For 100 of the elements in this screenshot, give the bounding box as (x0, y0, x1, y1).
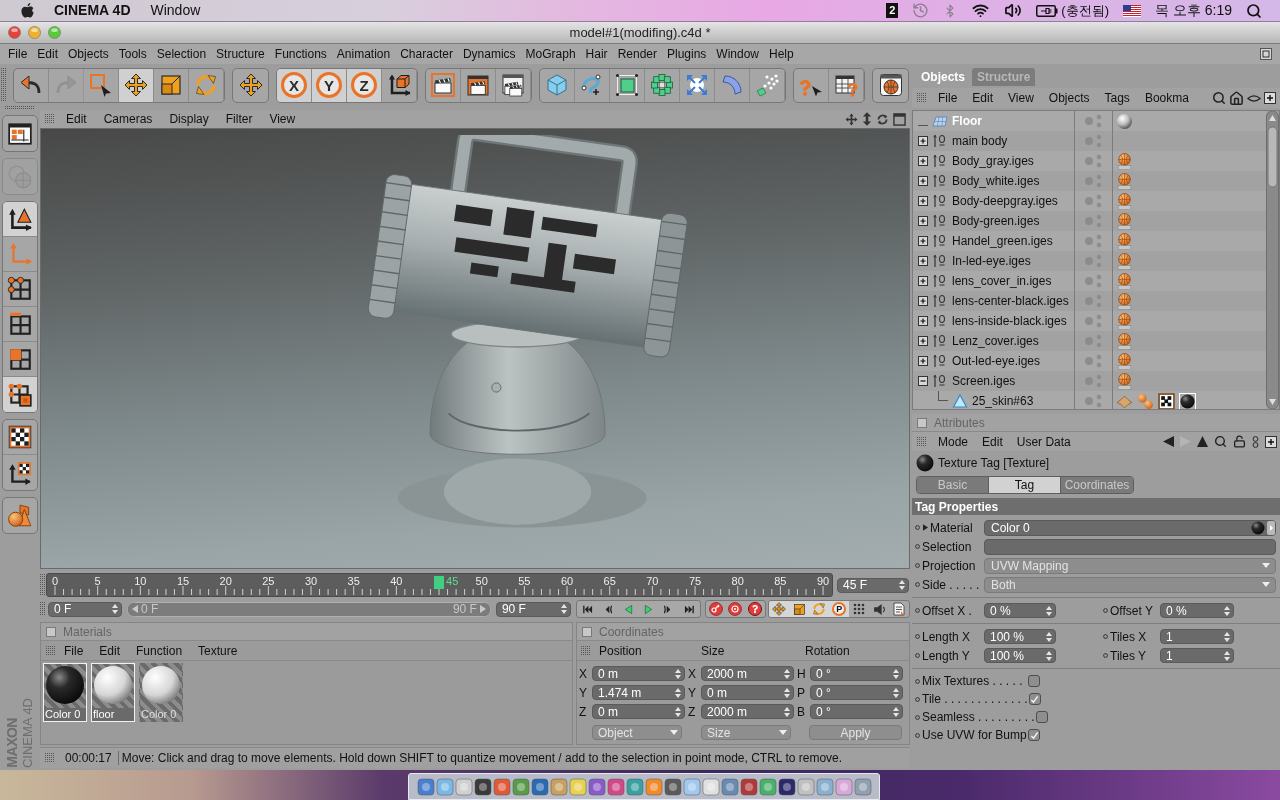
wifi-icon[interactable] (971, 2, 991, 19)
volume-icon[interactable] (1004, 2, 1023, 19)
object-row[interactable]: Out-led-eye.iges (913, 351, 1266, 371)
object-row[interactable]: In-led-eye.iges (913, 251, 1266, 271)
expand-triangle-icon[interactable] (923, 524, 928, 531)
plus-box-icon[interactable] (1265, 435, 1277, 448)
back-arrow-icon[interactable] (1163, 436, 1174, 447)
timeline-ruler[interactable]: 0 5 10 15 20 25 30 35 40 45 50 55 60 65 70 75 80 85 90 (46, 573, 833, 597)
close-button[interactable] (8, 26, 21, 39)
menu-item[interactable]: MoGraph (520, 45, 581, 63)
battery-plug-icon[interactable] (1036, 4, 1059, 17)
scale-key-button[interactable] (789, 601, 810, 617)
globe-tag-icon[interactable] (1116, 232, 1133, 250)
menu-item[interactable]: Bookma (1144, 89, 1189, 107)
plus-box-icon[interactable] (1264, 92, 1276, 104)
menu-item[interactable]: Edit (99, 641, 121, 660)
object-name[interactable]: Out-led-eye.iges (952, 352, 1041, 370)
up-down-arrow-icon[interactable] (862, 112, 872, 126)
key-dot-icon[interactable] (915, 678, 920, 684)
dock-app-icon[interactable] (530, 777, 549, 796)
expand-box-icon[interactable] (918, 336, 928, 346)
dock-app-icon[interactable] (587, 777, 606, 796)
expand-box-icon[interactable] (918, 156, 928, 166)
axis-lock-button[interactable]: Z (347, 68, 382, 102)
globe-tag-icon[interactable] (1116, 372, 1133, 390)
menu-item[interactable]: Functions (269, 45, 332, 63)
object-name[interactable]: lens_cover_in.iges (952, 272, 1052, 290)
checkbox[interactable] (1028, 693, 1041, 705)
sphere-tag-icon[interactable] (1179, 392, 1196, 409)
globe-tag-icon[interactable] (1116, 352, 1133, 370)
menu-item[interactable]: Objects (1048, 89, 1090, 107)
key-dot-icon[interactable] (915, 608, 920, 613)
object-row[interactable]: 25_skin#63 (913, 391, 1266, 409)
dock-app-icon[interactable] (473, 777, 492, 796)
object-name[interactable]: Body-deepgray.iges (952, 192, 1058, 210)
expand-box-icon[interactable] (918, 136, 928, 146)
expand-box-icon[interactable] (918, 216, 928, 226)
expand-box-icon[interactable] (918, 296, 928, 306)
object-name[interactable]: lens-inside-black.iges (952, 312, 1067, 330)
menu-item[interactable]: Tags (1104, 89, 1130, 107)
globe-tag-icon[interactable] (1116, 212, 1133, 230)
expand-box-icon[interactable] (918, 196, 928, 206)
key-dot-icon[interactable] (915, 563, 920, 568)
menu-item[interactable]: Hair (580, 45, 613, 63)
circular-arrows-icon[interactable] (876, 112, 889, 126)
transform-mode-button[interactable] (232, 67, 269, 103)
key-dot-icon[interactable] (1103, 608, 1108, 613)
menu-item[interactable]: Edit (66, 110, 87, 128)
object-name[interactable]: Handel_green.iges (952, 232, 1053, 250)
globe-tag-icon[interactable] (1116, 332, 1133, 350)
menu-item[interactable]: View (269, 110, 296, 128)
checker-tag-icon[interactable] (1158, 392, 1175, 409)
globe-tag-icon[interactable] (1116, 192, 1133, 210)
number-field[interactable]: 0 m (592, 666, 685, 681)
menu-item[interactable]: File (64, 641, 84, 660)
flag-icon[interactable] (1122, 4, 1141, 17)
menu-item[interactable]: Character (395, 45, 458, 63)
move-arrows-icon[interactable] (845, 112, 858, 126)
menu-item[interactable]: Mode (938, 432, 969, 451)
object-axis-button[interactable] (3, 202, 37, 237)
key-dot-icon[interactable] (915, 714, 920, 720)
key-dot-icon[interactable] (915, 732, 920, 738)
checkbox[interactable] (1028, 675, 1040, 687)
menu-item[interactable]: User Data (1016, 432, 1071, 451)
up-arrow-icon[interactable] (1197, 436, 1208, 447)
apple-logo-icon[interactable] (20, 2, 35, 19)
app-menu[interactable]: CINEMA 4D (54, 0, 131, 21)
globe-tag-icon[interactable] (1116, 312, 1133, 330)
globe-tag-icon[interactable] (1116, 172, 1133, 190)
number-field[interactable]: 0 ° (810, 685, 903, 700)
key-dot-icon[interactable] (915, 634, 920, 639)
number-field[interactable]: 0 ° (810, 704, 903, 719)
number-field[interactable]: 1 (1160, 629, 1234, 644)
number-field[interactable]: 1.474 m (592, 685, 685, 700)
object-name[interactable]: Lenz_cover.iges (952, 332, 1039, 350)
key-dot-icon[interactable] (915, 696, 920, 702)
number-field[interactable]: 0 m (592, 704, 685, 719)
globe-tag-icon[interactable] (1116, 292, 1133, 310)
dock-app-icon[interactable] (663, 777, 682, 796)
key-dot-icon[interactable] (915, 544, 920, 549)
menu-item[interactable]: Function (136, 641, 183, 660)
object-row[interactable]: Body-green.iges (913, 211, 1266, 231)
menu-item[interactable]: Objects (63, 45, 114, 63)
object-name[interactable]: Body-green.iges (952, 212, 1040, 230)
object-name[interactable]: Screen.iges (952, 372, 1016, 390)
menu-item[interactable]: Render (612, 45, 662, 63)
attribute-tab[interactable]: Tag (989, 477, 1061, 493)
menu-item[interactable]: Tools (113, 45, 152, 63)
menu-item[interactable]: Edit (32, 45, 64, 63)
current-frame-field[interactable]: 45 F (837, 577, 909, 593)
checkbox[interactable] (1028, 729, 1040, 741)
nested-square-icon[interactable] (1260, 48, 1272, 60)
key-dot-icon[interactable] (1103, 653, 1108, 658)
object-row[interactable]: main body (913, 131, 1266, 151)
menu-item[interactable]: Cameras (103, 110, 153, 128)
eye-outline-icon[interactable] (1247, 93, 1261, 103)
object-row[interactable]: Body_white.iges (913, 171, 1266, 191)
number-field[interactable]: 100 % (984, 648, 1056, 663)
object-name[interactable]: Body_white.iges (952, 172, 1040, 190)
lock-icon[interactable] (1233, 435, 1246, 448)
